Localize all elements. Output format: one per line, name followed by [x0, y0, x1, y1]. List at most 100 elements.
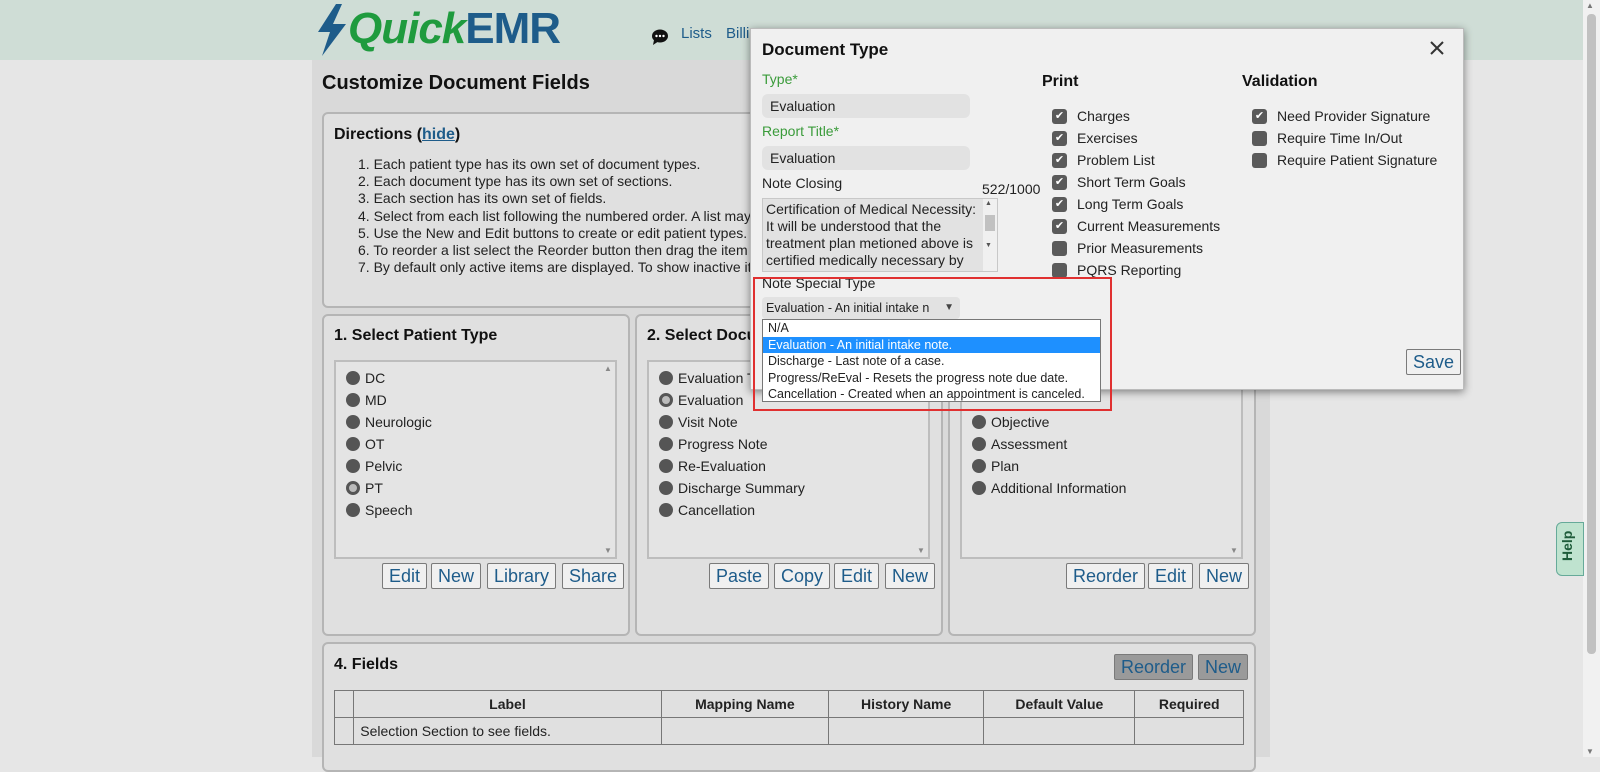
directions-item: 7. By default only active items are disp… — [358, 259, 752, 276]
checkbox-checked-icon[interactable]: ✔ — [1052, 130, 1067, 146]
checkbox-checked-icon[interactable]: ✔ — [1052, 174, 1067, 190]
note-closing-scroll-thumb[interactable] — [985, 215, 995, 231]
save-button[interactable]: Save — [1406, 349, 1462, 375]
column-header-required: Required — [1134, 690, 1244, 718]
print-exercises[interactable]: ✔ Exercises — [1052, 127, 1220, 149]
radio-icon — [972, 437, 986, 451]
close-icon[interactable] — [1427, 38, 1447, 58]
checkbox-checked-icon[interactable]: ✔ — [1052, 218, 1067, 234]
scroll-down-icon[interactable]: ▼ — [1228, 546, 1240, 555]
scroll-down-icon[interactable]: ▼ — [985, 242, 992, 249]
table-cell — [1134, 717, 1244, 745]
directions-item: 3. Each section has its own set of field… — [358, 190, 607, 207]
radio-icon — [659, 371, 673, 385]
table-cell-empty-message: Selection Section to see fields. — [353, 717, 662, 745]
patient-type-new-button[interactable]: New — [431, 563, 482, 589]
radio-selected-icon — [659, 393, 673, 407]
document-type-re-evaluation[interactable]: Re-Evaluation — [659, 455, 805, 477]
fields-title: 4. Fields — [334, 656, 399, 673]
table-cell — [333, 717, 355, 745]
fields-reorder-button[interactable]: Reorder — [1114, 654, 1194, 680]
page-scrollbar-thumb[interactable] — [1587, 14, 1596, 654]
page-title: Customize Document Fields — [322, 72, 590, 94]
validation-require-time-in-out[interactable]: Require Time In/Out — [1252, 127, 1437, 149]
print-long-term-goals[interactable]: ✔ Long Term Goals — [1052, 193, 1220, 215]
app-logo[interactable]: QuickEMR — [348, 4, 561, 56]
section-additional-information[interactable]: Additional Information — [972, 477, 1126, 499]
nav-billing[interactable]: Billi — [726, 25, 749, 42]
patient-type-edit-button[interactable]: Edit — [382, 563, 428, 589]
checkbox-unchecked-icon[interactable] — [1052, 262, 1067, 278]
validation-require-patient-signature[interactable]: Require Patient Signature — [1252, 149, 1437, 171]
help-tab[interactable]: Help — [1556, 522, 1584, 576]
radio-icon — [659, 437, 673, 451]
report-title-input[interactable]: Evaluation — [762, 146, 970, 170]
table-header-handle — [333, 690, 355, 718]
scroll-up-icon[interactable]: ▲ — [985, 200, 992, 207]
document-type-paste-button[interactable]: Paste — [709, 563, 770, 589]
scroll-down-icon[interactable]: ▼ — [602, 546, 614, 555]
checkbox-checked-icon[interactable]: ✔ — [1052, 152, 1067, 168]
hide-directions-link[interactable]: hide — [422, 126, 455, 143]
print-problem-list[interactable]: ✔ Problem List — [1052, 149, 1220, 171]
section-objective[interactable]: Objective — [972, 411, 1126, 433]
patient-type-speech[interactable]: Speech — [346, 499, 432, 521]
radio-icon — [346, 437, 360, 451]
sections-reorder-button[interactable]: Reorder — [1066, 563, 1146, 589]
fields-new-button[interactable]: New — [1198, 654, 1249, 680]
nav-lists[interactable]: Lists — [681, 25, 712, 42]
patient-type-pelvic[interactable]: Pelvic — [346, 455, 432, 477]
checkbox-unchecked-icon[interactable] — [1252, 152, 1267, 168]
patient-type-dc[interactable]: DC — [346, 367, 432, 389]
fields-table: Label Mapping Name History Name Default … — [333, 690, 1244, 745]
scroll-up-icon[interactable]: ▲ — [602, 364, 614, 373]
table-cell — [660, 717, 830, 745]
radio-icon — [972, 481, 986, 495]
document-type-copy-button[interactable]: Copy — [774, 563, 831, 589]
document-type-visit-note[interactable]: Visit Note — [659, 411, 805, 433]
patient-type-neurologic[interactable]: Neurologic — [346, 411, 432, 433]
patient-type-title: 1. Select Patient Type — [334, 327, 498, 344]
print-current-measurements[interactable]: ✔ Current Measurements — [1052, 215, 1220, 237]
document-type-edit-button[interactable]: Edit — [834, 563, 880, 589]
patient-type-ot[interactable]: OT — [346, 433, 432, 455]
note-closing-scrollbar[interactable]: ▲ ▼ — [983, 199, 997, 271]
note-closing-text: Certification of Medical Necessity: It w… — [766, 201, 977, 271]
checkbox-checked-icon[interactable]: ✔ — [1252, 108, 1267, 124]
radio-icon — [346, 503, 360, 517]
print-prior-measurements[interactable]: Prior Measurements — [1052, 237, 1220, 259]
section-assessment[interactable]: Assessment — [972, 433, 1126, 455]
validation-options: ✔ Need Provider Signature Require Time In… — [1252, 105, 1437, 171]
checkbox-unchecked-icon[interactable] — [1052, 240, 1067, 256]
patient-type-pt[interactable]: PT — [346, 477, 432, 499]
scroll-down-icon[interactable]: ▼ — [1586, 747, 1594, 756]
radio-icon — [659, 481, 673, 495]
radio-icon — [972, 415, 986, 429]
document-type-new-button[interactable]: New — [885, 563, 936, 589]
page-scrollbar[interactable]: ▲ ▼ — [1583, 0, 1600, 757]
checkbox-checked-icon[interactable]: ✔ — [1052, 108, 1067, 124]
column-header-mapping-name: Mapping Name — [660, 690, 830, 718]
patient-type-library-button[interactable]: Library — [487, 563, 557, 589]
document-type-discharge-summary[interactable]: Discharge Summary — [659, 477, 805, 499]
radio-icon — [346, 393, 360, 407]
patient-type-listbox[interactable]: ▲ ▼ DC MD Neurologic OT Pelvic PT Speech — [334, 360, 617, 559]
sections-new-button[interactable]: New — [1199, 563, 1250, 589]
patient-type-md[interactable]: MD — [346, 389, 432, 411]
validation-need-provider-signature[interactable]: ✔ Need Provider Signature — [1252, 105, 1437, 127]
document-type-progress-note[interactable]: Progress Note — [659, 433, 805, 455]
print-short-term-goals[interactable]: ✔ Short Term Goals — [1052, 171, 1220, 193]
print-charges[interactable]: ✔ Charges — [1052, 105, 1220, 127]
directions-item: 4. Select from each list following the n… — [358, 207, 751, 224]
chat-icon[interactable] — [651, 28, 669, 46]
type-input[interactable]: Evaluation — [762, 94, 970, 118]
scroll-down-icon[interactable]: ▼ — [915, 546, 927, 555]
section-plan[interactable]: Plan — [972, 455, 1126, 477]
checkbox-unchecked-icon[interactable] — [1252, 130, 1267, 146]
scroll-up-icon[interactable]: ▲ — [1586, 1, 1594, 10]
patient-type-share-button[interactable]: Share — [562, 563, 625, 589]
sections-edit-button[interactable]: Edit — [1148, 563, 1194, 589]
document-type-cancellation[interactable]: Cancellation — [659, 499, 805, 521]
note-closing-textarea[interactable]: Certification of Medical Necessity: It w… — [762, 198, 998, 272]
checkbox-checked-icon[interactable]: ✔ — [1052, 196, 1067, 212]
